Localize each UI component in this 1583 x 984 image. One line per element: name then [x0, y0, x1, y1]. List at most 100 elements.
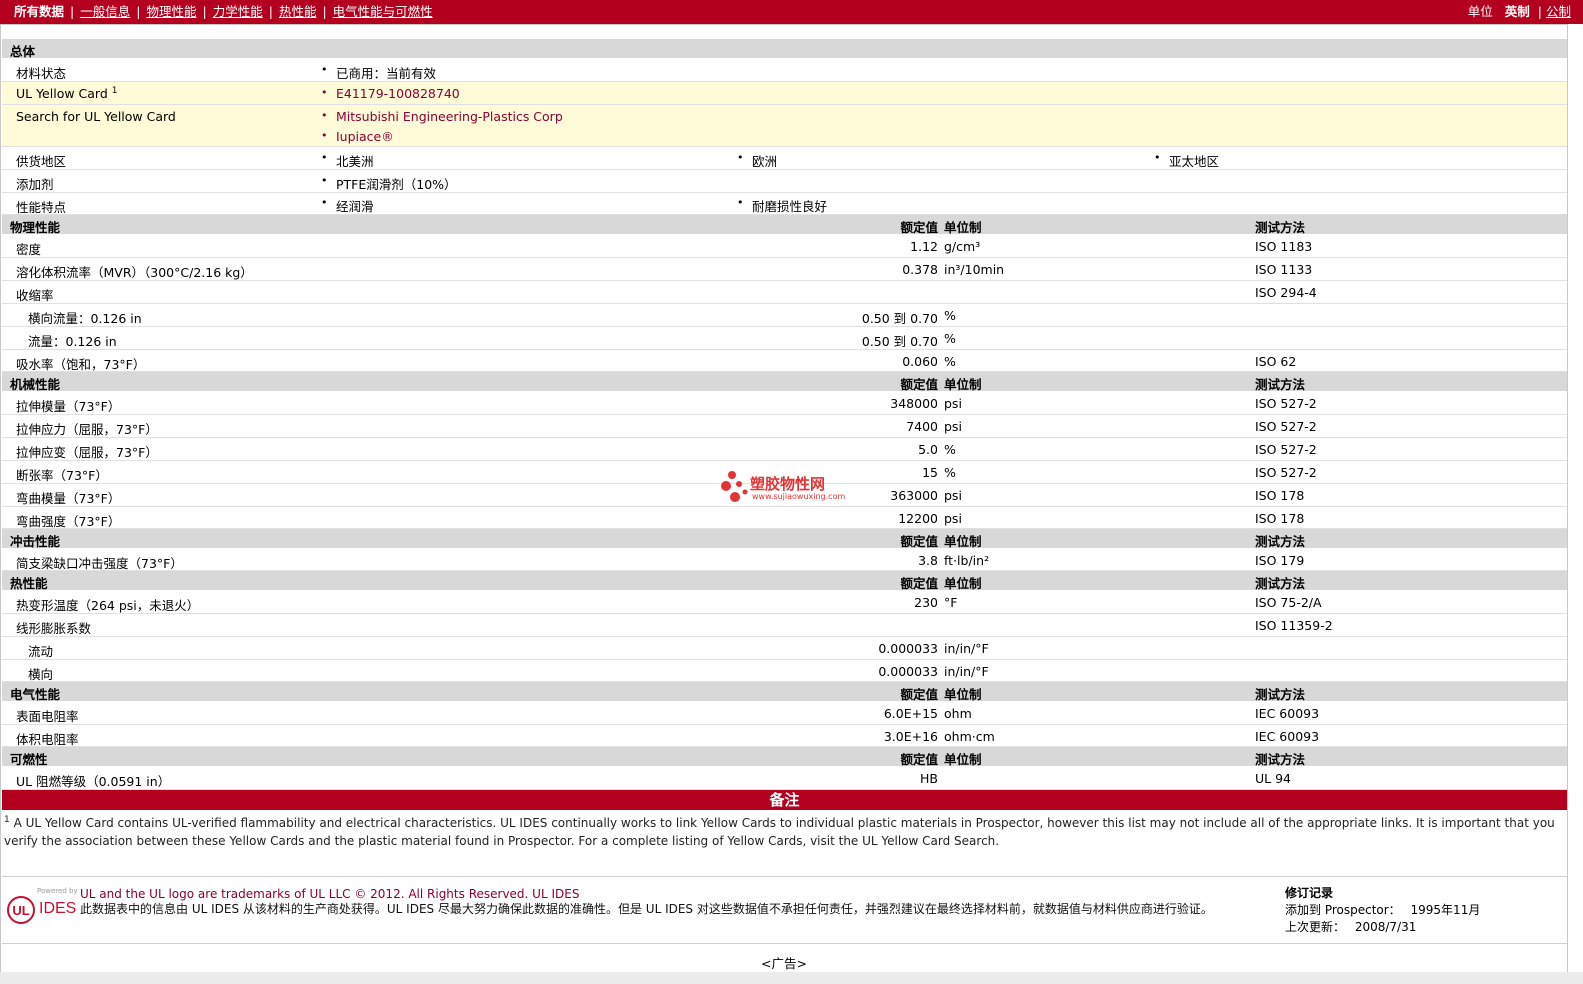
nav-electrical-flammability[interactable]: 电气性能与可燃性	[333, 4, 433, 19]
col-unit-header: 单位制	[944, 534, 982, 549]
table-row: 热变形温度（264 psi，未退火） 230 °F ISO 75-2/A	[2, 591, 1567, 614]
ul-card-link[interactable]: E41179-100828740	[321, 86, 460, 101]
feature-lubricated: 经润滑	[321, 196, 373, 215]
row-unit: in/in/°F	[944, 664, 989, 679]
row-label: 密度	[16, 242, 42, 257]
row-method: ISO 11359-2	[1255, 618, 1333, 633]
row-label: 流动	[28, 644, 54, 659]
row-material-status: 材料状态 已商用：当前有效	[2, 59, 1567, 82]
section-title: 物理性能	[10, 220, 61, 235]
row-search-ul-card: Search for UL Yellow Card Mitsubishi Eng…	[2, 105, 1567, 147]
row-label: 体积电阻率	[16, 732, 79, 747]
row-label: 拉伸应变（屈服，73°F）	[16, 445, 158, 460]
search-link-manufacturer[interactable]: Mitsubishi Engineering-Plastics Corp	[321, 109, 563, 124]
table-row: 收缩率 ISO 294-4	[2, 281, 1567, 304]
table-row: 体积电阻率 3.0E+16 ohm·cm IEC 60093	[2, 725, 1567, 747]
footer: Powered by UL IDES UL and the UL logo ar…	[2, 876, 1567, 944]
section-impact-header: 冲击性能 额定值 单位制 测试方法	[2, 529, 1567, 549]
row-unit: psi	[944, 511, 962, 526]
row-value: 3.8	[918, 553, 938, 568]
right-margin	[1568, 24, 1583, 984]
section-electrical-header: 电气性能 额定值 单位制 测试方法	[2, 682, 1567, 702]
col-method-header: 测试方法	[1255, 377, 1306, 392]
section-thermal-header: 热性能 额定值 单位制 测试方法	[2, 571, 1567, 591]
unit-metric-link[interactable]: 公制	[1546, 4, 1571, 19]
col-method-header: 测试方法	[1255, 752, 1306, 767]
row-unit: in³/10min	[944, 262, 1005, 277]
revision-title: 修订记录	[1285, 886, 1334, 900]
row-unit: %	[944, 354, 956, 369]
row-value: 3.0E+16	[883, 729, 938, 744]
row-unit: psi	[944, 396, 962, 411]
col-rated-header: 额定值	[900, 377, 938, 392]
updated-value: 2008/7/31	[1354, 920, 1417, 934]
search-link-brand[interactable]: Iupiace®	[321, 129, 394, 144]
table-row: 密度 1.12 g/cm³ ISO 1183	[2, 235, 1567, 258]
disclaimer-text: 此数据表中的信息由 UL IDES 从该材料的生产商处获得。UL IDES 尽最…	[80, 902, 1213, 916]
nav-physical[interactable]: 物理性能	[146, 4, 196, 19]
nav-all-data[interactable]: 所有数据	[14, 0, 64, 24]
table-row: 线形膨胀系数 ISO 11359-2	[2, 614, 1567, 637]
row-method: ISO 178	[1255, 511, 1305, 526]
table-row: 流量：0.126 in 0.50 到 0.70 %	[2, 327, 1567, 350]
col-method-header: 测试方法	[1255, 534, 1306, 549]
row-unit: in/in/°F	[944, 641, 989, 656]
col-unit-header: 单位制	[944, 377, 982, 392]
table-row: 弯曲强度（73°F） 12200 psi ISO 178	[2, 507, 1567, 529]
col-method-header: 测试方法	[1255, 576, 1306, 591]
row-value: 6.0E+15	[883, 706, 938, 721]
logo-ides-text: IDES	[39, 900, 77, 917]
nav-separator: |	[322, 4, 327, 19]
row-value: 12200	[898, 511, 938, 526]
row-value: 1.12	[910, 239, 938, 254]
trademark-text: UL and the UL logo are trademarks of UL …	[80, 887, 580, 901]
section-mechanical-header: 机械性能 额定值 单位制 测试方法	[2, 372, 1567, 392]
section-title: 可燃性	[10, 752, 48, 767]
row-value: PTFE润滑剂（10%）	[321, 174, 456, 193]
row-label: 横向	[28, 667, 54, 682]
table-row: 拉伸应变（屈服，73°F） 5.0 % ISO 527-2	[2, 438, 1567, 461]
svg-text:UL: UL	[12, 903, 29, 918]
row-value: 0.50 到 0.70	[861, 334, 938, 349]
section-title: 电气性能	[10, 687, 61, 702]
row-label: 吸水率（饱和，73°F）	[16, 357, 146, 372]
logo-powered-by: Powered by	[37, 887, 78, 895]
row-method: ISO 527-2	[1255, 419, 1317, 434]
nav-separator: |	[202, 4, 207, 19]
row-value: 0.000033	[878, 664, 938, 679]
row-unit: psi	[944, 488, 962, 503]
nav-general-info[interactable]: 一般信息	[80, 4, 130, 19]
row-unit: ohm·cm	[944, 729, 995, 744]
row-method: ISO 1133	[1255, 262, 1313, 277]
row-unit: %	[944, 308, 956, 323]
row-label: 收缩率	[16, 288, 54, 303]
row-features: 性能特点 经润滑 耐磨损性良好	[2, 193, 1567, 215]
table-row: 横向 0.000033 in/in/°F	[2, 660, 1567, 682]
table-row: 吸水率（饱和，73°F） 0.060 % ISO 62	[2, 350, 1567, 372]
unit-separator: |	[1537, 4, 1542, 19]
added-label: 添加到 Prospector：	[1285, 903, 1401, 917]
row-label: 简支梁缺口冲击强度（73°F）	[16, 556, 183, 571]
nav-thermal[interactable]: 热性能	[279, 4, 317, 19]
watermark-dots-icon	[721, 471, 748, 502]
col-unit-header: 单位制	[944, 752, 982, 767]
row-method: UL 94	[1255, 771, 1291, 786]
row-label: 弯曲模量（73°F）	[16, 491, 121, 506]
section-title: 总体	[10, 44, 36, 59]
row-value: 0.378	[902, 262, 938, 277]
row-label: 断张率（73°F）	[16, 468, 108, 483]
row-label: UL Yellow Card 1	[16, 86, 118, 101]
unit-switcher: 单位 英制 | 公制	[1468, 0, 1571, 24]
col-rated-header: 额定值	[900, 534, 938, 549]
section-title: 机械性能	[10, 377, 61, 392]
col-unit-header: 单位制	[944, 576, 982, 591]
section-title: 冲击性能	[10, 534, 61, 549]
section-nav: 所有数据 | 一般信息 | 物理性能 | 力学性能 | 热性能 | 电气性能与可燃性	[14, 0, 433, 24]
col-rated-header: 额定值	[900, 220, 938, 235]
row-method: ISO 527-2	[1255, 396, 1317, 411]
row-label: 性能特点	[16, 200, 67, 215]
row-value: 7400	[906, 419, 938, 434]
col-rated-header: 额定值	[900, 687, 938, 702]
row-value: 0.060	[902, 354, 938, 369]
nav-mechanical[interactable]: 力学性能	[213, 4, 263, 19]
